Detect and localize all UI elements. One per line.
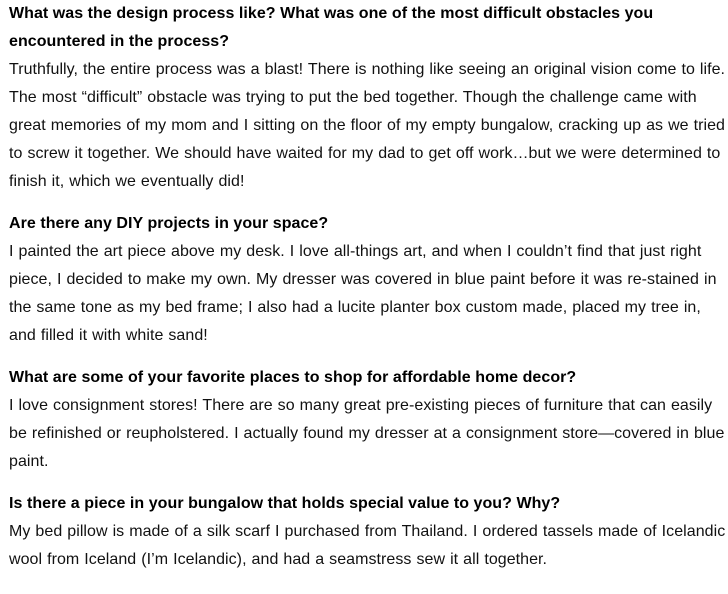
question-heading: Are there any DIY projects in your space… xyxy=(9,215,329,232)
qa-block-special-piece: Is there a piece in your bungalow that h… xyxy=(9,490,728,574)
qa-block-diy-projects: Are there any DIY projects in your space… xyxy=(9,210,728,350)
qa-block-design-process: What was the design process like? What w… xyxy=(9,0,728,196)
qa-block-favorite-places: What are some of your favorite places to… xyxy=(9,364,728,476)
answer-paragraph: I love consignment stores! There are so … xyxy=(9,397,725,470)
question-heading: What are some of your favorite places to… xyxy=(9,369,577,386)
answer-paragraph: My bed pillow is made of a silk scarf I … xyxy=(9,523,726,568)
question-heading: What was the design process like? What w… xyxy=(9,5,654,50)
answer-paragraph: I painted the art piece above my desk. I… xyxy=(9,243,717,344)
question-heading: Is there a piece in your bungalow that h… xyxy=(9,495,561,512)
article-body: What was the design process like? What w… xyxy=(0,0,728,574)
answer-paragraph: Truthfully, the entire process was a bla… xyxy=(9,61,726,190)
